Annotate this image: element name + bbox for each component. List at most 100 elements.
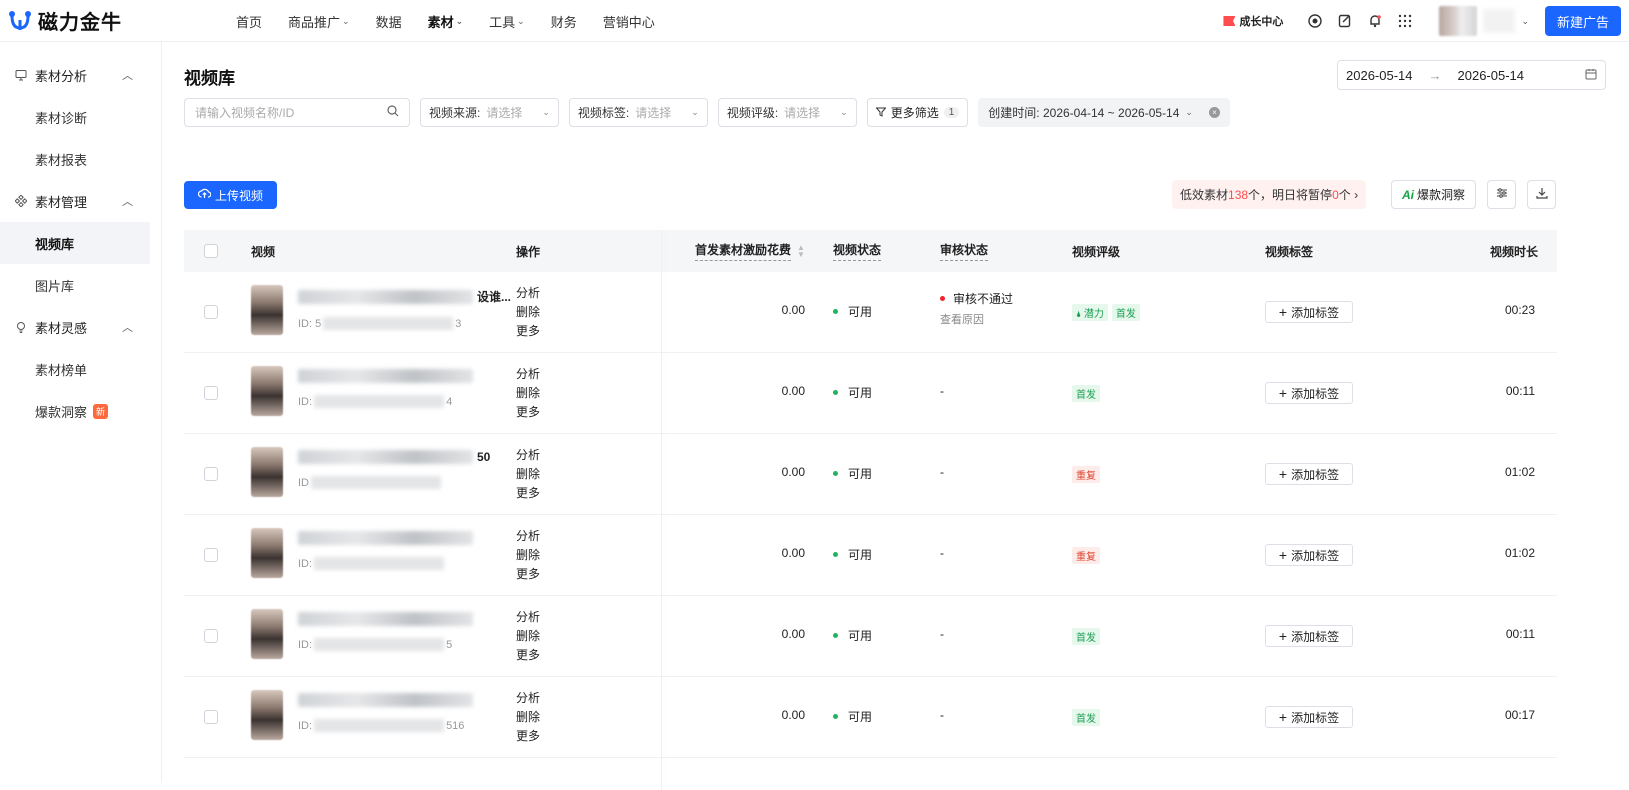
delete-link[interactable]: 删除 <box>516 386 540 400</box>
table-row[interactable]: ID: 4 分析 删除 更多 0.00 可用 - 首发 + 添加标签 00:11 <box>184 353 1557 434</box>
delete-link[interactable]: 删除 <box>516 305 540 319</box>
chevron-up-icon[interactable]: ︿ <box>122 67 133 83</box>
video-thumbnail[interactable] <box>251 285 283 335</box>
analyze-link[interactable]: 分析 <box>516 691 540 705</box>
video-thumbnail[interactable] <box>251 366 283 416</box>
video-rating-select[interactable]: 视频评级: 请选择 ⌄ <box>717 98 857 127</box>
analyze-link[interactable]: 分析 <box>516 529 540 543</box>
created-time-filter[interactable]: 创建时间: 2026-04-14 ~ 2026-05-14 ⌄ × <box>978 98 1230 127</box>
bell-icon[interactable] <box>1367 13 1383 29</box>
analyze-link[interactable]: 分析 <box>516 286 540 300</box>
more-link[interactable]: 更多 <box>516 405 540 419</box>
apps-grid-icon[interactable] <box>1397 13 1413 29</box>
sidebar-item[interactable]: 视频库 <box>0 222 150 264</box>
more-link[interactable]: 更多 <box>516 648 540 662</box>
sidebar-item-label: 爆款洞察 <box>35 404 88 420</box>
clear-icon[interactable]: × <box>1208 107 1220 118</box>
analyze-link[interactable]: 分析 <box>516 448 540 462</box>
add-tag-button[interactable]: + 添加标签 <box>1265 301 1353 323</box>
download-button[interactable] <box>1527 180 1556 209</box>
more-link[interactable]: 更多 <box>516 567 540 581</box>
chevron-up-icon[interactable]: ︿ <box>122 193 133 209</box>
status-label: 可用 <box>848 710 873 724</box>
sidebar-item[interactable]: 图片库 <box>0 264 161 306</box>
cloud-upload-icon <box>197 188 212 202</box>
nav-item[interactable]: 工具 ⌄ <box>489 12 525 31</box>
search-input[interactable]: 请输入视频名称/ID <box>184 98 410 127</box>
growth-center-link[interactable]: 成长中心 <box>1223 13 1283 29</box>
more-filters-button[interactable]: 更多筛选 1 <box>866 98 969 127</box>
edit-doc-icon[interactable] <box>1337 13 1353 29</box>
nav-item[interactable]: 首页 <box>236 12 262 31</box>
record-icon[interactable] <box>1307 13 1323 29</box>
analyze-link[interactable]: 分析 <box>516 610 540 624</box>
new-ad-button[interactable]: 新建广告 <box>1544 6 1621 36</box>
video-title[interactable] <box>298 369 477 383</box>
select-all-checkbox[interactable] <box>204 230 218 272</box>
delete-link[interactable]: 删除 <box>516 710 540 724</box>
view-reason-link[interactable]: 查看原因 <box>940 311 984 327</box>
nav-item[interactable]: 营销中心 <box>603 12 655 31</box>
delete-link[interactable]: 删除 <box>516 467 540 481</box>
analyze-link[interactable]: 分析 <box>516 367 540 381</box>
video-title[interactable] <box>298 693 477 707</box>
hot-insight-button[interactable]: Ai 爆款洞察 <box>1391 180 1476 209</box>
video-title[interactable]: 设谁... <box>298 288 511 305</box>
add-tag-button[interactable]: + 添加标签 <box>1265 382 1353 404</box>
video-title[interactable]: 50 <box>298 450 490 464</box>
column-settings-button[interactable] <box>1487 180 1516 209</box>
video-title[interactable] <box>298 531 477 545</box>
more-link[interactable]: 更多 <box>516 324 540 338</box>
account-name-blurred[interactable] <box>1483 9 1516 33</box>
col-spend[interactable]: 首发素材激励花费 ▲ ▼ <box>695 230 805 272</box>
add-tag-button[interactable]: + 添加标签 <box>1265 463 1353 485</box>
video-thumbnail[interactable] <box>251 447 283 497</box>
sidebar-item[interactable]: 素材榜单 <box>0 348 161 390</box>
add-tag-label: 添加标签 <box>1291 548 1340 563</box>
more-link[interactable]: 更多 <box>516 486 540 500</box>
more-link[interactable]: 更多 <box>516 729 540 743</box>
add-tag-button[interactable]: + 添加标签 <box>1265 625 1353 647</box>
add-tag-button[interactable]: + 添加标签 <box>1265 544 1353 566</box>
table-row[interactable]: ID: 分析 删除 更多 0.00 可用 - 重复 + 添加标签 01:02 <box>184 515 1557 596</box>
row-checkbox[interactable] <box>204 386 218 400</box>
sidebar-item[interactable]: 素材诊断 <box>0 96 161 138</box>
nav-item[interactable]: 素材 ⌄ <box>428 12 464 31</box>
date-range-picker[interactable]: 2026-05-14 → 2026-05-14 <box>1337 60 1606 90</box>
low-efficiency-alert[interactable]: 低效素材 138 个，明日将暂停 0 个 › <box>1172 180 1367 209</box>
add-tag-button[interactable]: + 添加标签 <box>1265 706 1353 728</box>
account-chevron-down-icon[interactable]: ⌄ <box>1521 16 1529 27</box>
sidebar-item[interactable]: 爆款洞察新 <box>0 390 161 432</box>
chevron-up-icon[interactable]: ︿ <box>122 319 133 335</box>
video-thumbnail[interactable] <box>251 528 283 578</box>
row-checkbox[interactable] <box>204 467 218 481</box>
row-checkbox[interactable] <box>204 629 218 643</box>
row-checkbox[interactable] <box>204 305 218 319</box>
video-title[interactable] <box>298 612 477 626</box>
sort-icon[interactable]: ▲ ▼ <box>797 244 805 259</box>
nav-item[interactable]: 数据 <box>376 12 402 31</box>
nav-item[interactable]: 财务 <box>551 12 577 31</box>
sidebar-group[interactable]: 素材管理 ︿ <box>0 180 161 222</box>
rating-tag: 重复 <box>1072 466 1100 483</box>
table-row[interactable]: ID: 516 分析 删除 更多 0.00 可用 - 首发 + 添加标签 00:17 <box>184 677 1557 758</box>
search-placeholder: 请输入视频名称/ID <box>195 106 295 120</box>
delete-link[interactable]: 删除 <box>516 629 540 643</box>
sidebar-group[interactable]: 素材分析 ︿ <box>0 54 161 96</box>
upload-video-button[interactable]: 上传视频 <box>184 181 277 209</box>
row-checkbox[interactable] <box>204 710 218 724</box>
table-row[interactable]: 设谁... ID: 5 3 分析 删除 更多 0.00 可用 审核不通过 查看原因 🌢 潜力 首发 + 添… <box>184 272 1557 353</box>
row-checkbox[interactable] <box>204 548 218 562</box>
nav-item[interactable]: 商品推广 ⌄ <box>288 12 350 31</box>
video-source-select[interactable]: 视频来源: 请选择 ⌄ <box>420 98 559 127</box>
table-row[interactable]: ID: 5 分析 删除 更多 0.00 可用 - 首发 + 添加标签 00:11 <box>184 596 1557 677</box>
delete-link[interactable]: 删除 <box>516 548 540 562</box>
video-thumbnail[interactable] <box>251 609 283 659</box>
video-thumbnail[interactable] <box>251 690 283 740</box>
video-tags-select[interactable]: 视频标签: 请选择 ⌄ <box>568 98 708 127</box>
sidebar-item[interactable]: 素材报表 <box>0 138 161 180</box>
avatar[interactable] <box>1439 6 1478 36</box>
brand-logo[interactable]: 磁力金牛 <box>8 6 122 35</box>
sidebar-group[interactable]: 素材灵感 ︿ <box>0 306 161 348</box>
table-row[interactable]: 50 ID 分析 删除 更多 0.00 可用 - 重复 + 添加标签 01:02 <box>184 434 1557 515</box>
